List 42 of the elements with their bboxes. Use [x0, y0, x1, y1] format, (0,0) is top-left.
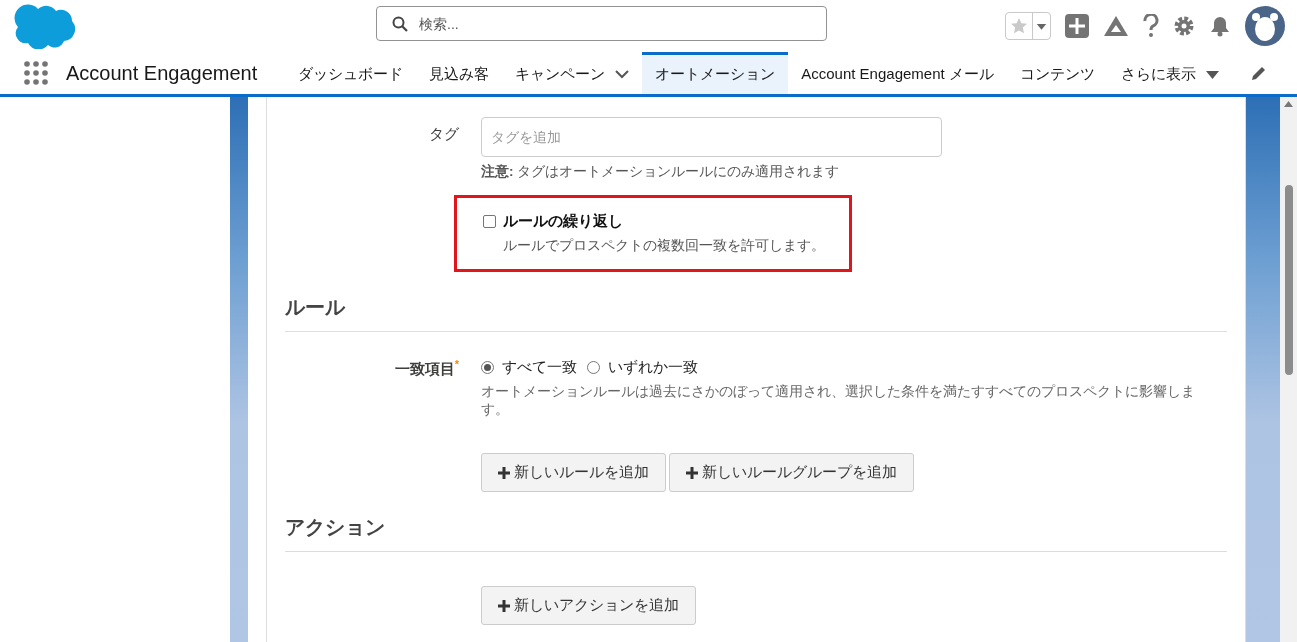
plus-icon: [498, 599, 510, 612]
section-title: アクション: [285, 514, 1227, 553]
field-label: 一致項目$^{*}$: [393, 358, 459, 379]
tag-input[interactable]: タグを追加: [481, 117, 942, 157]
caret-down-icon[interactable]: [1205, 70, 1219, 79]
checkbox[interactable]: [483, 215, 496, 228]
field-label: タグ: [428, 124, 459, 144]
scroll-up-icon[interactable]: [1284, 101, 1293, 107]
nav-tab[interactable]: さらに表示: [1107, 52, 1232, 94]
radio-option[interactable]: いずれか一致: [587, 358, 698, 377]
plus-icon: [686, 466, 698, 479]
cloud-logo[interactable]: [12, 3, 76, 49]
add-icon[interactable]: [1065, 14, 1089, 38]
add-button[interactable]: 新しいルールを追加: [481, 453, 666, 493]
radio-option[interactable]: すべて一致: [481, 358, 577, 377]
settings-icon[interactable]: [1173, 15, 1195, 37]
help-icon[interactable]: [1143, 14, 1159, 38]
checkbox-label: ルールの繰り返し: [503, 212, 623, 231]
nav-tab[interactable]: 見込み客: [416, 52, 503, 94]
plus-icon: [498, 466, 510, 479]
app-name: Account Engagement: [66, 61, 258, 85]
add-button[interactable]: 新しいルールグループを追加: [669, 453, 914, 493]
nav-tab[interactable]: オートメーション: [642, 52, 789, 94]
nav-tab[interactable]: ダッシュボード: [285, 52, 417, 94]
add-button[interactable]: 新しいアクションを追加: [481, 586, 696, 626]
avatar-icon[interactable]: [1245, 6, 1285, 46]
app-launcher-icon[interactable]: [24, 61, 48, 85]
search-field[interactable]: 検索...: [376, 6, 827, 41]
tag-note: 注意: タグはオートメーションルールにのみ適用されます: [481, 163, 841, 181]
required-asterisk: *: [454, 358, 459, 370]
nav-tab[interactable]: コンテンツ: [1006, 52, 1108, 94]
nav-tab[interactable]: キャンペーン: [502, 52, 643, 94]
bell-icon[interactable]: [1209, 15, 1231, 37]
chevron-down-icon[interactable]: [615, 70, 630, 79]
scrollbar[interactable]: [1280, 97, 1297, 642]
section-title: ルール: [285, 294, 1227, 332]
nav-tab[interactable]: Account Engagement メール: [788, 52, 1007, 94]
checkbox-description: ルールでプロスペクトの複数回一致を許可します。: [503, 237, 826, 255]
scrollbar-thumb[interactable]: [1284, 185, 1293, 375]
edit-icon[interactable]: [1249, 64, 1268, 82]
search-icon: [392, 16, 408, 32]
help-text: オートメーションルールは過去にさかのぼって適用され、選択した条件を満たすすべてのプロスペクトに影響します。: [481, 383, 1196, 420]
